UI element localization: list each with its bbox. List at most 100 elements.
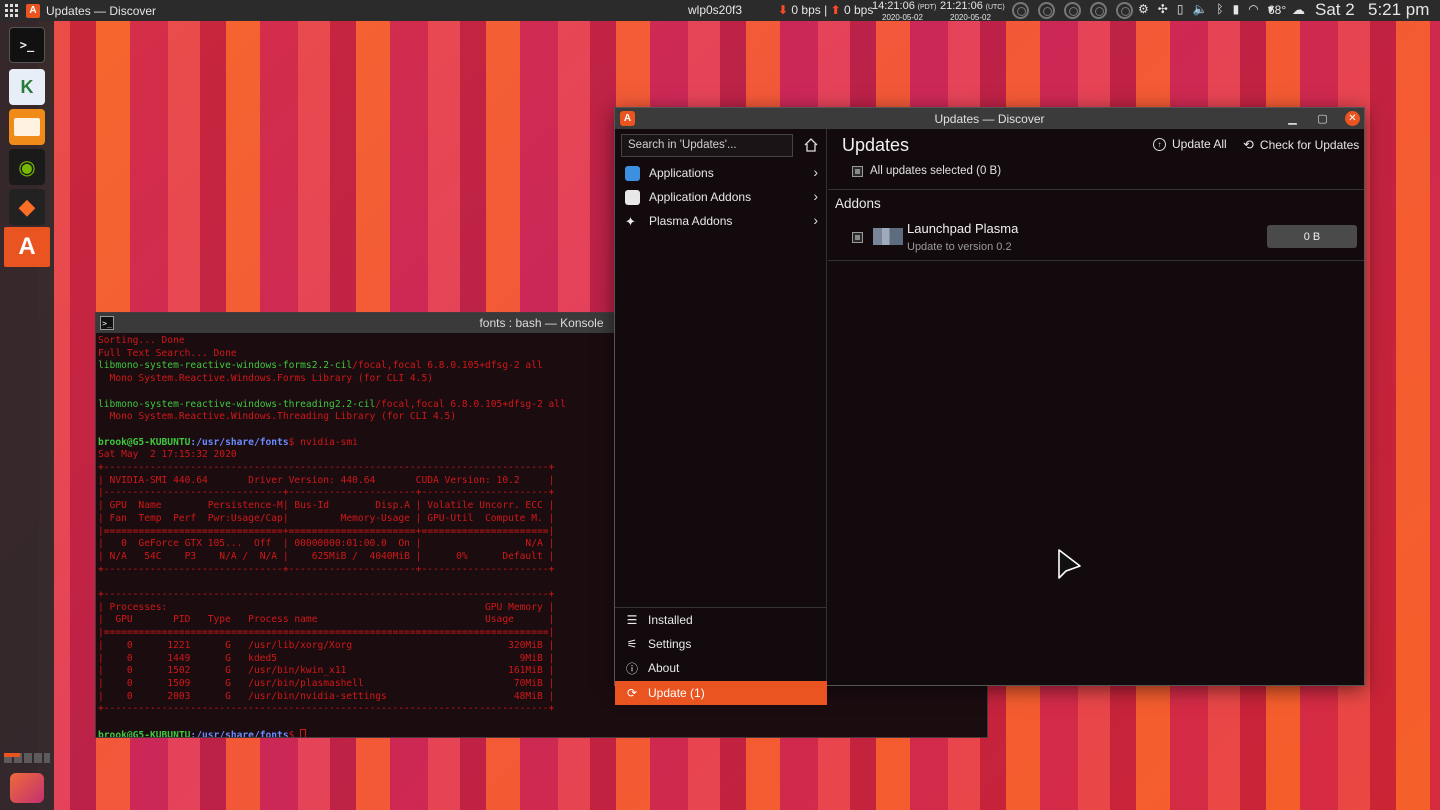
system-monitor-rings[interactable] <box>1012 2 1133 19</box>
active-window-title: Updates — Discover <box>46 3 157 18</box>
volume-icon[interactable]: 🔈 <box>1192 2 1207 16</box>
minimize-icon[interactable]: ▁ <box>1285 111 1300 126</box>
category-application-addons[interactable]: Application Addons › <box>615 185 827 209</box>
search-input[interactable]: Search in 'Updates'... <box>621 134 793 157</box>
swap-ring-icon <box>1064 2 1081 19</box>
cpu-ring-icon <box>1012 2 1029 19</box>
maximize-icon[interactable]: ▢ <box>1315 111 1330 126</box>
files-launcher-icon[interactable] <box>9 109 45 145</box>
terminal-line: Full Text Search... Done <box>98 347 237 359</box>
gitlab-launcher-icon[interactable]: ◆ <box>9 189 45 225</box>
terminal-line: | 0 1221 G /usr/lib/xorg/Xorg 320MiB | <box>98 639 555 651</box>
chevron-right-icon: › <box>813 212 818 228</box>
terminal-package-name: libmono-system-reactive-windows-threadin… <box>98 398 376 410</box>
installed-icon: ☰ <box>626 613 638 627</box>
update-item-checkbox[interactable] <box>852 232 863 243</box>
discover-launcher-icon[interactable]: A <box>9 229 45 265</box>
prompt-path: :/usr/share/fonts <box>190 436 289 448</box>
terminal-line: |-------------------------------+-------… <box>98 487 555 499</box>
discover-sidebar: Search in 'Updates'... Applications › Ap… <box>615 129 827 705</box>
nav-update[interactable]: ⟳ Update (1) <box>615 681 827 705</box>
terminal-line: | N/A 54C P3 N/A / N/A | 625MiB / 4040Mi… <box>98 550 555 562</box>
clock-local-date: 2020-05-02 <box>882 13 923 22</box>
terminal-line: | 0 GeForce GTX 105... Off | 00000000:01… <box>98 538 555 550</box>
kdeconnect-icon[interactable]: ✣ <box>1158 2 1168 16</box>
nav-label: Installed <box>648 613 693 627</box>
prompt-user: brook@G5-KUBUNTU <box>98 729 191 737</box>
konsole-title: fonts : bash — Konsole <box>479 316 604 330</box>
app-launcher-icon[interactable] <box>0 0 22 21</box>
clock-local-time: 14:21:06 <box>872 0 915 12</box>
terminal-line: Mono System.Reactive.Windows.Threading L… <box>98 411 457 423</box>
memory-ring-icon <box>1038 2 1055 19</box>
kate-launcher-icon[interactable]: K <box>9 69 45 105</box>
weather-icon[interactable]: ☁ <box>1292 2 1305 18</box>
terminal-line: +---------------------------------------… <box>98 703 555 715</box>
select-all-checkbox[interactable] <box>852 165 863 177</box>
clock-local[interactable]: 14:21:06 (PDT) 2020-05-02 <box>872 1 936 23</box>
terminal-line: | GPU Name Persistence-M| Bus-Id Disp.A … <box>98 500 555 512</box>
category-applications[interactable]: Applications › <box>615 161 827 185</box>
close-icon[interactable]: ✕ <box>1345 111 1360 126</box>
nvidia-settings-launcher-icon[interactable]: ◉ <box>9 149 45 185</box>
terminal-line: | 0 1449 G kded5 9MiB | <box>98 652 555 664</box>
clipboard-icon[interactable]: ▯ <box>1177 2 1184 16</box>
update-item-name: Launchpad Plasma <box>907 221 1019 236</box>
terminal-line: |=======================================… <box>98 627 555 639</box>
download-speed: 0 bps <box>791 3 821 17</box>
terminal-line: +-------------------------------+-------… <box>98 563 555 575</box>
select-all-updates[interactable]: All updates selected (0 B) <box>852 165 1001 177</box>
terminal-line: Sorting... Done <box>98 335 185 346</box>
nav-installed[interactable]: ☰ Installed <box>615 608 827 632</box>
battery-icon[interactable]: ▮ <box>1233 2 1240 16</box>
bluetooth-icon[interactable]: ᛒ <box>1216 2 1223 16</box>
panel-time[interactable]: 5:21 pm <box>1368 0 1429 20</box>
prompt-symbol: $ <box>288 729 301 737</box>
check-updates-label: Check for Updates <box>1259 138 1360 152</box>
clock-utc-date: 2020-05-02 <box>950 13 991 22</box>
home-icon[interactable] <box>803 137 819 153</box>
terminal-line: | Fan Temp Perf Pwr:Usage/Cap| Memory-Us… <box>98 512 555 524</box>
update-all-button[interactable]: ↑ Update All <box>1153 137 1227 151</box>
mouse-pointer-icon <box>1058 549 1081 579</box>
top-panel: A Updates — Discover wlp0s20f3 ⬇ 0 bps |… <box>0 0 1440 23</box>
update-item-size-button[interactable]: 0 B <box>1267 225 1357 248</box>
category-label: Applications <box>649 166 714 180</box>
terminal-line: | 0 2003 G /usr/bin/nvidia-settings 48Mi… <box>98 690 555 702</box>
terminal-line: | 0 1502 G /usr/bin/kwin_x11 161MiB | <box>98 665 555 677</box>
update-list-item[interactable]: Launchpad Plasma Update to version 0.2 0… <box>828 218 1364 258</box>
discover-titlebar[interactable]: A Updates — Discover ▁ ▢ ✕ <box>615 108 1364 129</box>
terminal-line: +---------------------------------------… <box>98 462 555 474</box>
application-addons-icon <box>625 189 640 205</box>
page-title: Updates <box>842 135 910 155</box>
nav-label: Settings <box>648 637 692 651</box>
nav-about[interactable]: ⓘ About <box>615 656 827 680</box>
download-arrow-icon: ⬇ <box>778 3 789 17</box>
nav-label: About <box>648 661 680 675</box>
refresh-icon: ⟲ <box>1243 137 1254 152</box>
discover-app-icon: A <box>26 3 40 18</box>
settings-icon: ⚟ <box>626 637 638 651</box>
prompt-path: :/usr/share/fonts <box>190 729 289 737</box>
prompt-command: $ nvidia-smi <box>288 436 358 448</box>
category-label: Plasma Addons <box>649 214 733 228</box>
notifications-icon[interactable]: ⚙ <box>1138 2 1149 16</box>
wifi-icon[interactable]: ◠ <box>1248 2 1258 16</box>
discover-window-icon[interactable]: A <box>620 111 635 126</box>
terminal-launcher-icon[interactable]: >_ <box>9 27 45 63</box>
panel-day[interactable]: Sat 2 <box>1315 0 1355 20</box>
show-desktop-icon[interactable] <box>10 773 44 803</box>
clock-utc[interactable]: 21:21:06 (UTC) 2020-05-02 <box>940 1 1005 23</box>
applications-icon <box>625 165 640 181</box>
gpu-ring-icon <box>1116 2 1133 19</box>
item-divider <box>828 260 1364 261</box>
weather-temperature[interactable]: 68° <box>1268 3 1286 17</box>
terminal-line: Mono System.Reactive.Windows.Forms Libra… <box>98 373 434 385</box>
category-plasma-addons[interactable]: ✦ Plasma Addons › <box>615 209 827 233</box>
speed-separator: | <box>824 3 828 17</box>
select-all-label: All updates selected (0 B) <box>870 165 1002 177</box>
check-for-updates-button[interactable]: ⟲ Check for Updates <box>1243 137 1359 153</box>
upload-speed: 0 bps <box>843 3 874 17</box>
update-icon: ⟳ <box>626 686 638 700</box>
nav-settings[interactable]: ⚟ Settings <box>615 632 827 656</box>
